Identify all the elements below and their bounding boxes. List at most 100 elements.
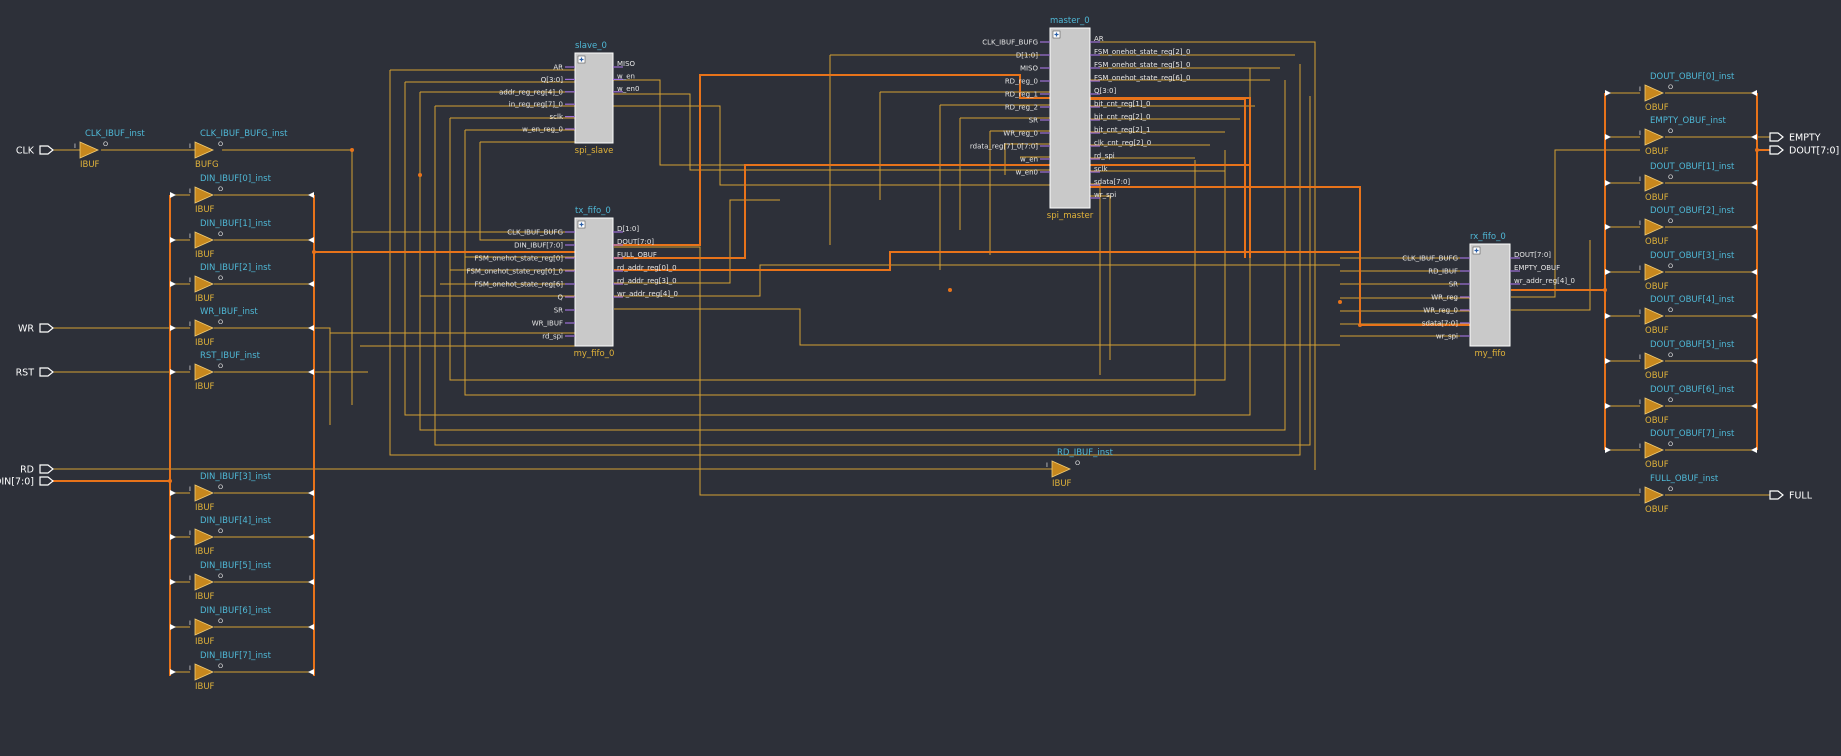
buffer-instance-name: DIN_IBUF[3]_inst [200,472,272,482]
arrow-icon [1751,447,1757,453]
arrow-icon [1605,313,1611,319]
buffer-triangle-icon [194,618,214,636]
buffer-instance-name: CLK_IBUF_inst [85,129,145,139]
port-clk-label: CLK [16,146,35,157]
output-pin-label: FSM_onehot_state_reg[5]_0 [1094,61,1190,69]
buffer-cell-type: IBUF [195,503,215,513]
input-pin-label: RD_reg_1 [1005,91,1038,99]
arrow-icon [308,490,314,496]
buffer-instance-name: DOUT_OBUF[0]_inst [1650,72,1735,82]
input-pin-label: w_en [1020,156,1038,164]
buffer-in-pin: I [189,619,191,627]
input-pin-label: rd_spi [542,333,563,341]
block-cell-type: my_fifo [1474,349,1505,359]
buffer-triangle-icon [194,363,214,381]
buffer-cell-type: IBUF [195,250,215,260]
buffer-instance-name: RST_IBUF_inst [200,351,261,361]
buffer-out-pin: O [1668,127,1673,135]
output-pin-label: bit_cnt_reg[2]_1 [1094,126,1151,134]
buffer-in-pin: I [189,187,191,195]
block-slave[interactable]: slave_0 spi_slave AR Q[3:0] addr_reg_reg[4]_… [499,41,639,156]
buffer-cell-type: IBUF [195,294,215,304]
input-pin-label: RD_IBUF [1428,268,1458,276]
block-instance-name: master_0 [1050,16,1090,26]
buffer-in-pin: I [189,664,191,672]
input-pin-label: FSM_onehot_state_reg[0] [475,255,564,263]
port-din-icon [39,476,54,486]
hierarchical-blocks: slave_0 spi_slave AR Q[3:0] addr_reg_reg[4]_… [467,16,1575,359]
buffer-out-pin: O [218,527,223,535]
input-pin-label: Q[3:0] [541,76,564,84]
port-clk[interactable]: CLK [16,145,54,157]
net-wire [222,149,353,405]
block-rxfifo[interactable]: rx_fifo_0 my_fifo CLK_IBUF_BUFG RD_IBUF SR WR… [1402,232,1575,359]
port-din[interactable]: DIN[7:0] [0,476,54,488]
buffer-triangle-icon [194,319,214,337]
arrow-icon [1751,134,1757,140]
port-wr[interactable]: WR [18,323,54,335]
buffer-out-pin: O [218,318,223,326]
arrow-icon [308,192,314,198]
input-pin-label: DIN_IBUF[7:0] [514,242,563,250]
arrow-icon [170,490,176,496]
buffer-instance-name: DIN_IBUF[2]_inst [200,263,272,273]
arrow-icon [308,534,314,540]
buffer-in-pin: I [1639,308,1641,316]
buffer-out-pin: O [218,140,223,148]
output-pin-label: DOUT[7:0] [617,238,654,246]
arrow-icon [308,369,314,375]
buffer-triangle-icon [1051,460,1071,478]
arrow-icon [1605,180,1611,186]
port-wr-icon [39,323,54,333]
schematic-canvas[interactable]: CLK WR RST RDDIN[7:0] EMPTY DOUT[7:0] FULL CLK… [0,0,1841,756]
arrow-icon [1751,269,1757,275]
port-dout[interactable]: DOUT[7:0] [1769,145,1839,157]
input-pin-label: WR_reg [1431,294,1458,302]
port-full-icon [1769,490,1784,500]
port-full[interactable]: FULL [1769,490,1813,502]
input-pin-label: CLK_IBUF_BUFG [982,39,1038,47]
block-body [1049,27,1091,209]
buffer-in-pin: I [74,142,76,150]
block-txfifo[interactable]: tx_fifo_0 my_fifo_0 CLK_IBUF_BUFG DIN_IBUF[… [467,206,678,359]
buffer-out-pin: O [218,185,223,193]
output-pin-label: rd_spi [1094,152,1115,160]
buffer-out-pin: O [218,274,223,282]
buffer-out-pin: O [1668,440,1673,448]
block-body [574,52,614,144]
input-pin-label: SR [1029,117,1038,125]
buffer-in-pin: I [189,529,191,537]
buffer-out-pin: O [1668,306,1673,314]
arrow-icon [1605,224,1611,230]
buffer-in-pin: I [189,142,191,150]
buffer-cell-type: OBUF [1645,237,1669,247]
buffer-out-pin: O [218,617,223,625]
arrow-icon [308,237,314,243]
input-pin-label: sdata[7:0] [1422,320,1458,328]
arrow-icon [170,192,176,198]
buffer-triangle-icon [79,141,99,159]
buffer-triangle-icon [1644,352,1664,370]
port-empty[interactable]: EMPTY [1769,132,1821,144]
buffer-triangle-icon [1644,397,1664,415]
output-pin-label: wr_spi [1094,191,1116,199]
arrow-icon [170,281,176,287]
output-pin-label: rd_addr_reg[3]_0 [617,277,677,285]
net-wire [1511,149,1640,298]
buffer-cell-type: OBUF [1645,326,1669,336]
arrow-icon [1605,134,1611,140]
input-pin-label: MISO [1020,65,1039,73]
port-rd[interactable]: RD [20,464,54,476]
buffer-in-pin: I [1639,398,1641,406]
bus-wire [614,164,1251,259]
port-wr-label: WR [18,324,34,335]
buffer-rd_ibuf[interactable]: RD_IBUF_inst I O IBUF [1046,448,1114,489]
buffer-instance-name: DIN_IBUF[0]_inst [200,174,272,184]
arrow-icon [170,669,176,675]
port-empty-icon [1769,132,1784,142]
port-rst[interactable]: RST [16,367,54,379]
arrow-icon [1605,358,1611,364]
buffer-in-pin: I [1639,442,1641,450]
buffer-cell-type: OBUF [1645,371,1669,381]
net-junction [1755,148,1759,152]
